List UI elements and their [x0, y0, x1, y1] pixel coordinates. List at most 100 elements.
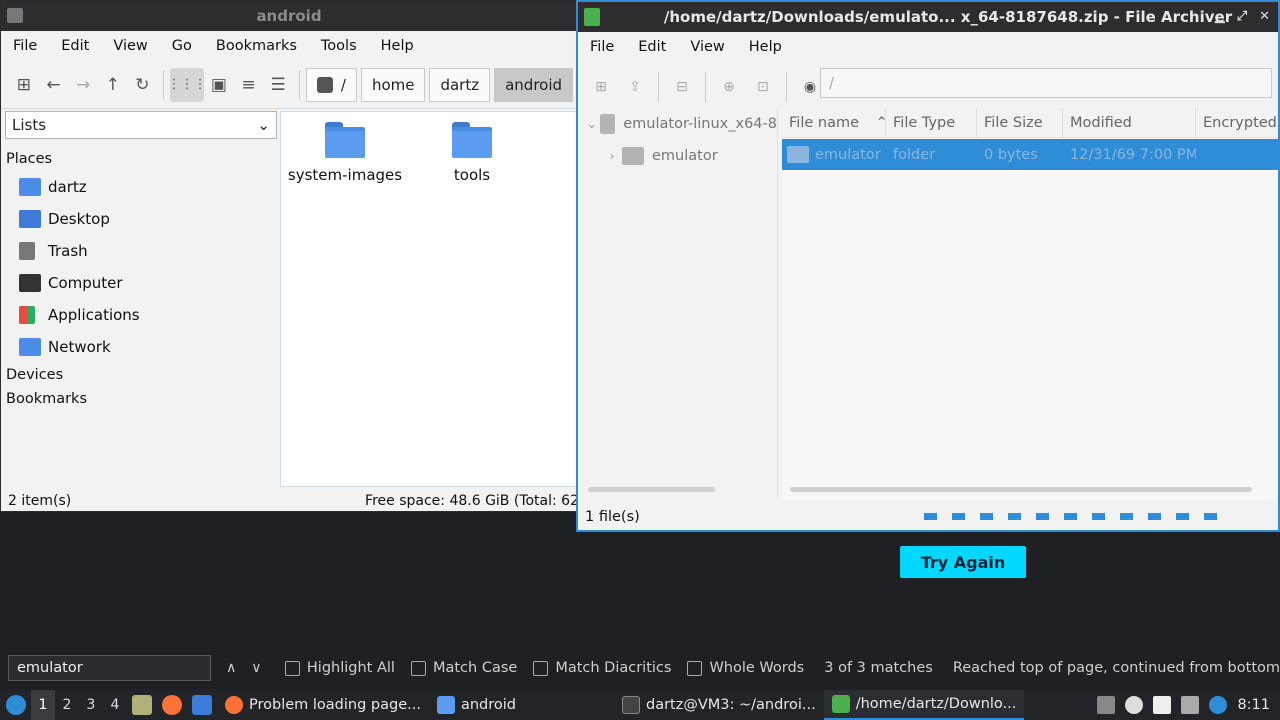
menu-go[interactable]: Go — [160, 38, 204, 54]
toolbar-separator — [705, 72, 706, 102]
close-icon[interactable]: ✕ — [1259, 2, 1270, 32]
task-file-manager[interactable]: android — [429, 690, 524, 720]
forward-arrow-icon[interactable]: → — [68, 68, 98, 102]
menu-view[interactable]: View — [678, 39, 736, 55]
clipboard-icon[interactable] — [1153, 696, 1172, 714]
compact-view-icon[interactable]: ≡ — [234, 68, 264, 102]
side-pane-mode-select[interactable]: Lists ⌄ — [5, 111, 277, 139]
menu-edit[interactable]: Edit — [49, 38, 101, 54]
highlight-all-checkbox[interactable]: Highlight All — [284, 660, 395, 676]
whole-words-checkbox[interactable]: Whole Words — [687, 660, 804, 676]
menu-help[interactable]: Help — [369, 38, 426, 54]
try-again-button[interactable]: Try Again — [900, 546, 1026, 578]
archive-icon — [599, 114, 616, 134]
add-folder-icon[interactable]: ⊡ — [746, 70, 780, 104]
column-header-file-size[interactable]: File Size — [977, 108, 1063, 137]
maximize-icon[interactable]: ⤢ — [1237, 2, 1247, 32]
file-item-tools[interactable]: tools — [407, 120, 537, 184]
place-item-computer[interactable]: Computer — [1, 267, 279, 299]
list-horizontal-scrollbar[interactable] — [790, 487, 1252, 492]
toolbar-separator — [658, 72, 659, 102]
bookmarks-header[interactable]: Bookmarks — [1, 387, 279, 411]
test-archive-icon[interactable]: ⊟ — [665, 70, 699, 104]
back-arrow-icon[interactable]: ← — [39, 68, 69, 102]
menu-file[interactable]: File — [1, 38, 49, 54]
breadcrumb-dartz[interactable]: dartz — [429, 67, 491, 102]
tree-root[interactable]: ⌄ emulator-linux_x64-8 — [582, 108, 777, 140]
clock[interactable]: 8:11 — [1237, 697, 1270, 713]
menu-file[interactable]: File — [578, 39, 626, 55]
up-arrow-icon[interactable]: ↑ — [98, 68, 128, 102]
place-item-dartz[interactable]: dartz — [1, 171, 279, 203]
thumbnail-view-icon[interactable]: ▣ — [204, 68, 234, 102]
archiver-titlebar[interactable]: /home/dartz/Downloads/emulato... x_64-81… — [578, 2, 1278, 32]
menu-bookmarks[interactable]: Bookmarks — [204, 38, 309, 54]
extract-icon[interactable]: ⇪ — [618, 70, 652, 104]
desktop-launcher-icon[interactable] — [192, 695, 212, 715]
new-archive-icon[interactable]: ⊞ — [584, 70, 618, 104]
menu-edit[interactable]: Edit — [626, 39, 678, 55]
home-folder-icon — [19, 178, 41, 196]
tree-horizontal-scrollbar[interactable] — [588, 487, 715, 492]
add-files-icon[interactable]: ⊕ — [712, 70, 746, 104]
workspace-2[interactable]: 2 — [55, 697, 79, 713]
file-manager-titlebar[interactable]: android — [1, 1, 577, 31]
chevron-right-icon[interactable]: › — [602, 149, 622, 163]
icon-view-icon[interactable]: ⋮⋮⋮ — [168, 67, 207, 102]
row-file-type: folder — [893, 146, 936, 163]
folder-icon — [622, 147, 644, 165]
checkbox-box — [410, 660, 426, 676]
menu-view[interactable]: View — [101, 38, 159, 54]
chevron-down-icon[interactable]: ⌄ — [584, 117, 600, 131]
minimize-icon[interactable]: ▁ — [1215, 2, 1225, 32]
column-header-modified[interactable]: Modified — [1063, 108, 1196, 137]
breadcrumb-root[interactable]: / — [305, 67, 357, 102]
match-case-checkbox[interactable]: Match Case — [410, 660, 517, 676]
folder-icon — [325, 122, 365, 158]
checkbox-box — [284, 660, 300, 676]
workspace-1[interactable]: 1 — [31, 690, 55, 720]
place-item-network[interactable]: Network — [1, 331, 279, 363]
checkbox-box — [533, 660, 549, 676]
place-item-trash[interactable]: Trash — [1, 235, 279, 267]
column-header-file-name[interactable]: File name ⌃ — [782, 108, 886, 137]
menu-help[interactable]: Help — [737, 39, 794, 55]
list-view-icon[interactable]: ☰ — [263, 68, 293, 102]
place-item-desktop[interactable]: Desktop — [1, 203, 279, 235]
task-firefox[interactable]: Problem loading page... — [217, 690, 429, 720]
file-manager-launcher-icon[interactable] — [132, 695, 152, 715]
column-header-encrypted[interactable]: Encrypted — [1196, 108, 1278, 137]
workspace-3[interactable]: 3 — [79, 697, 103, 713]
file-view[interactable]: system-images tools — [280, 111, 577, 487]
eject-icon[interactable] — [1097, 696, 1116, 714]
tree-item-emulator[interactable]: › emulator — [582, 140, 777, 172]
workspace-4[interactable]: 4 — [103, 697, 127, 713]
archive-location-field[interactable]: / — [820, 68, 1272, 98]
reload-icon[interactable]: ↻ — [128, 68, 158, 102]
window-title: android — [256, 7, 322, 25]
menu-tools[interactable]: Tools — [309, 38, 369, 54]
archive-tree: ⌄ emulator-linux_x64-8 › emulator — [582, 108, 778, 500]
breadcrumb-android[interactable]: android — [494, 67, 574, 102]
task-terminal[interactable]: dartz@VM3: ~/androi... — [614, 690, 824, 720]
start-menu-icon[interactable] — [6, 695, 26, 715]
updates-icon[interactable] — [1209, 696, 1228, 714]
match-diacritics-checkbox[interactable]: Match Diacritics — [533, 660, 671, 676]
find-previous-icon[interactable]: ∧ — [219, 660, 244, 676]
trash-icon — [19, 242, 35, 260]
find-input[interactable]: emulator — [8, 655, 211, 681]
firefox-launcher-icon[interactable] — [162, 695, 182, 715]
file-item-label: system-images — [287, 166, 403, 184]
find-next-icon[interactable]: ∨ — [244, 660, 269, 676]
place-item-applications[interactable]: Applications — [1, 299, 279, 331]
task-archiver[interactable]: /home/dartz/Downlo... — [823, 690, 1025, 720]
breadcrumb-home[interactable]: home — [360, 67, 426, 102]
table-row[interactable]: emulator folder 0 bytes 12/31/69 7:00 PM — [782, 139, 1278, 170]
devices-header[interactable]: Devices — [1, 363, 279, 387]
column-header-file-type[interactable]: File Type — [886, 108, 977, 137]
volume-icon[interactable] — [1125, 696, 1144, 714]
file-item-system-images[interactable]: system-images — [280, 120, 410, 184]
new-tab-icon[interactable]: ⊞ — [9, 68, 39, 102]
places-header: Places — [6, 151, 53, 167]
network-status-icon[interactable] — [1181, 696, 1200, 714]
